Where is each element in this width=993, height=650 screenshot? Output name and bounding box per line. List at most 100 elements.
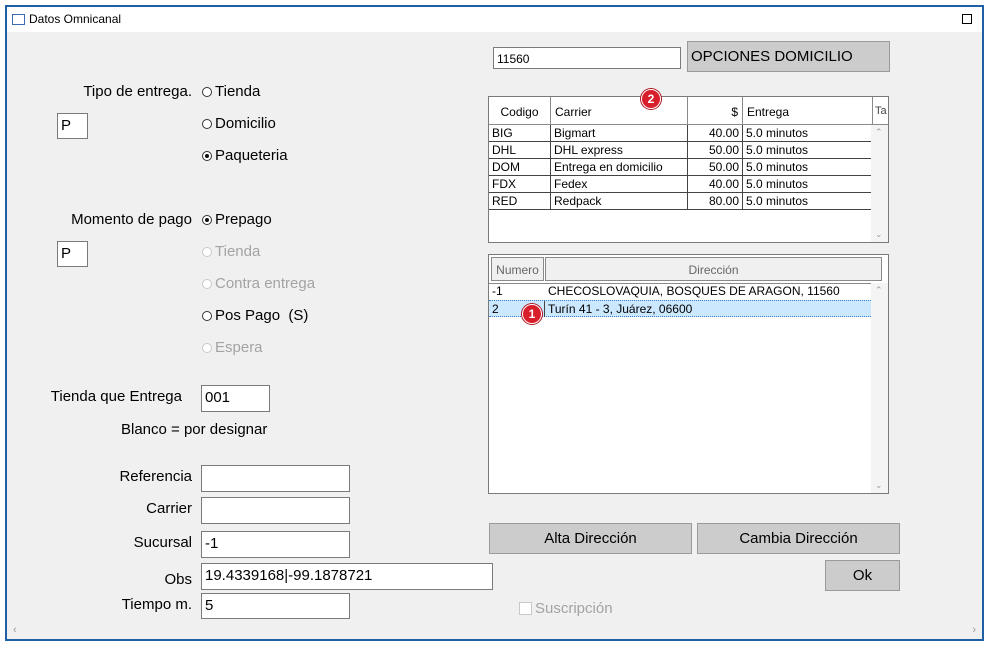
radio-espera: Espera	[202, 339, 263, 356]
scroll-down-icon[interactable]: ⌄	[875, 229, 883, 240]
carrier-label: Carrier	[146, 500, 192, 517]
radio-contra-entrega: Contra entrega	[202, 275, 315, 292]
ok-button[interactable]: Ok	[825, 560, 900, 591]
cell-codigo: DHL	[489, 142, 551, 158]
radio-circle	[202, 278, 212, 289]
header-entrega[interactable]: Entrega	[743, 97, 873, 124]
cell-carrier: Fedex	[551, 176, 688, 192]
cell-precio: 50.00	[688, 142, 743, 158]
radio-circle-selected	[202, 150, 212, 161]
sucursal-label: Sucursal	[133, 534, 192, 551]
radio-circle-selected	[202, 214, 212, 225]
obs-field[interactable]: 19.4339168|-99.1878721	[201, 563, 493, 590]
address-grid-scrollbar[interactable]: ⌃ ⌄	[871, 283, 888, 493]
radio-circle	[202, 86, 212, 97]
postal-code-field[interactable]: 11560	[493, 47, 681, 69]
tienda-entrega-field[interactable]: 001	[201, 385, 270, 412]
cell-entrega: 5.0 minutos	[746, 143, 809, 157]
cell-precio: 50.00	[688, 159, 743, 175]
radio-pago-tienda: Tienda	[202, 243, 260, 260]
cell-entrega: 5.0 minutos	[746, 177, 809, 191]
cell-entrega: 5.0 minutos	[746, 194, 809, 208]
table-row[interactable]: DHL DHL express 50.00 5.0 minutos	[489, 142, 873, 159]
table-row-selected[interactable]: 2 Turín 41 - 3, Juárez, 06600	[489, 300, 873, 317]
carrier-grid: Codigo Carrier $ Entrega Ta BIG Bigmart …	[488, 96, 889, 243]
tipo-entrega-code-field[interactable]: P	[57, 113, 88, 139]
carrier-field[interactable]	[201, 497, 350, 524]
cell-carrier: DHL express	[551, 142, 688, 158]
radio-paqueteria[interactable]: Paqueteria	[202, 147, 288, 164]
tipo-entrega-label: Tipo de entrega.	[83, 83, 192, 100]
tiempo-field[interactable]: 5	[201, 593, 350, 619]
cell-precio: 40.00	[688, 176, 743, 192]
cambia-direccion-button[interactable]: Cambia Dirección	[697, 523, 900, 554]
cell-entrega: 5.0 minutos	[746, 126, 809, 140]
dialog-window: Datos Omnicanal Tipo de entrega. P Tiend…	[5, 5, 984, 641]
table-row[interactable]: -1 CHECOSLOVAQUIA, BOSQUES DE ARAGON, 11…	[489, 283, 873, 300]
momento-pago-code-field[interactable]: P	[57, 241, 88, 267]
cell-precio: 80.00	[688, 193, 743, 209]
header-direccion[interactable]: Dirección	[545, 257, 882, 281]
checkbox-box	[519, 602, 532, 615]
scroll-up-icon[interactable]: ⌃	[875, 285, 883, 296]
cell-codigo: RED	[489, 193, 551, 209]
carrier-grid-header: Codigo Carrier $ Entrega Ta	[489, 97, 888, 125]
radio-label: Prepago	[215, 211, 272, 228]
annotation-badge-2: 2	[641, 89, 661, 109]
radio-circle	[202, 310, 212, 321]
suscripcion-checkbox: Suscripción	[519, 600, 613, 617]
cell-codigo: BIG	[489, 125, 551, 141]
radio-label: Contra entrega	[215, 275, 316, 292]
scroll-right-icon[interactable]: ›	[972, 624, 976, 636]
title-bar: Datos Omnicanal	[7, 7, 982, 32]
blanco-note: Blanco = por designar	[121, 421, 268, 438]
cell-codigo: FDX	[489, 176, 551, 192]
header-numero[interactable]: Numero	[491, 257, 544, 281]
radio-domicilio[interactable]: Domicilio	[202, 115, 276, 132]
header-ta[interactable]: Ta	[873, 97, 888, 124]
radio-label: Tienda	[215, 243, 261, 260]
cell-direccion: CHECOSLOVAQUIA, BOSQUES DE ARAGON, 11560	[548, 284, 840, 298]
radio-tienda-entrega[interactable]: Tienda	[202, 83, 260, 100]
window-icon	[12, 14, 25, 25]
header-codigo[interactable]: Codigo	[489, 97, 551, 124]
table-row[interactable]: DOM Entrega en domicilio 50.00 5.0 minut…	[489, 159, 873, 176]
header-precio[interactable]: $	[688, 97, 743, 124]
cell-carrier: Entrega en domicilio	[551, 159, 688, 175]
momento-pago-label: Momento de pago	[71, 211, 192, 228]
radio-circle	[202, 118, 212, 129]
carrier-grid-scrollbar[interactable]: ⌃ ⌄	[871, 125, 888, 242]
radio-label: Paqueteria	[215, 147, 288, 164]
scroll-left-icon[interactable]: ‹	[13, 624, 17, 636]
radio-prepago[interactable]: Prepago	[202, 211, 272, 228]
window-title: Datos Omnicanal	[29, 12, 122, 26]
window-horizontal-scrollbar[interactable]: ‹ ›	[7, 623, 982, 639]
radio-pos-pago[interactable]: Pos Pago (S)	[202, 307, 308, 324]
table-row[interactable]: BIG Bigmart 40.00 5.0 minutos	[489, 125, 873, 142]
cell-precio: 40.00	[688, 125, 743, 141]
cell-direccion: Turín 41 - 3, Juárez, 06600	[548, 302, 693, 316]
referencia-field[interactable]	[201, 465, 350, 492]
scroll-up-icon[interactable]: ⌃	[875, 127, 883, 138]
alta-direccion-button[interactable]: Alta Dirección	[489, 523, 692, 554]
address-grid: Numero Dirección -1 CHECOSLOVAQUIA, BOSQ…	[488, 254, 889, 494]
maximize-button[interactable]	[962, 14, 972, 24]
cell-carrier: Bigmart	[551, 125, 688, 141]
radio-label: Pos Pago (S)	[215, 307, 309, 324]
opciones-domicilio-button[interactable]: OPCIONES DOMICILIO	[687, 41, 890, 72]
table-row[interactable]: FDX Fedex 40.00 5.0 minutos	[489, 176, 873, 193]
sucursal-field[interactable]: -1	[201, 531, 350, 558]
obs-label: Obs	[164, 571, 192, 588]
radio-label: Domicilio	[215, 115, 276, 132]
table-row[interactable]: RED Redpack 80.00 5.0 minutos	[489, 193, 873, 210]
checkbox-label: Suscripción	[535, 600, 613, 617]
cell-entrega: 5.0 minutos	[746, 160, 809, 174]
address-grid-header: Numero Dirección	[489, 255, 888, 284]
radio-label: Espera	[215, 339, 263, 356]
annotation-badge-1: 1	[522, 304, 542, 324]
cell-carrier: Redpack	[551, 193, 688, 209]
referencia-label: Referencia	[119, 468, 192, 485]
scroll-down-icon[interactable]: ⌄	[875, 480, 883, 491]
radio-circle	[202, 246, 212, 257]
header-carrier[interactable]: Carrier	[551, 97, 688, 124]
